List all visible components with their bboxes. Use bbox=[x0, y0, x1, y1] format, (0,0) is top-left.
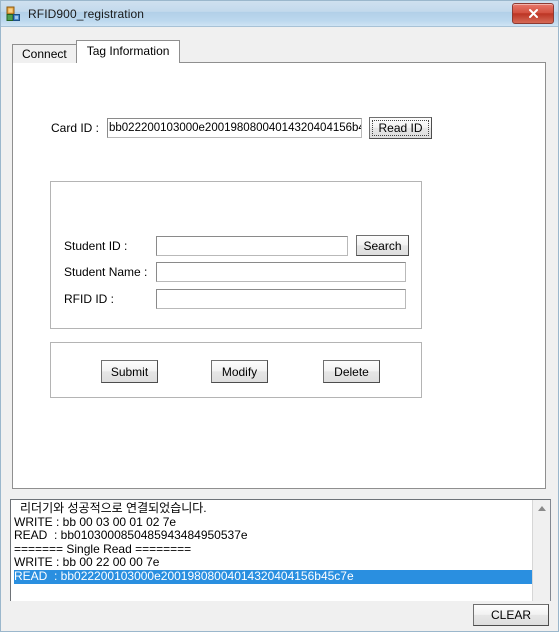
log-line[interactable]: 리더기와 성공적으로 연결되었습니다. bbox=[14, 501, 532, 516]
scrollbar-track[interactable] bbox=[533, 517, 550, 609]
title-bar: RFID900_registration bbox=[1, 1, 558, 27]
client-area: Connect Tag Information Card ID : Read I… bbox=[1, 27, 558, 631]
tab-connect[interactable]: Connect bbox=[12, 44, 77, 63]
bottom-bar: CLEAR bbox=[1, 601, 558, 631]
close-button[interactable] bbox=[512, 3, 554, 24]
card-id-input[interactable] bbox=[107, 118, 362, 138]
student-name-input[interactable] bbox=[156, 262, 406, 282]
action-group-box: Submit Modify Delete bbox=[50, 342, 422, 398]
card-id-row: Card ID : Read ID bbox=[39, 117, 432, 139]
app-rfid-icon bbox=[6, 6, 22, 22]
tab-tag-information[interactable]: Tag Information bbox=[75, 40, 181, 63]
read-id-button[interactable]: Read ID bbox=[369, 117, 432, 139]
rfid-id-input[interactable] bbox=[156, 289, 406, 309]
card-id-label: Card ID : bbox=[50, 121, 99, 135]
log-line[interactable]: READ : bb022200103000e200198080040143204… bbox=[14, 569, 532, 584]
scroll-up-icon[interactable] bbox=[533, 500, 550, 517]
modify-button[interactable]: Modify bbox=[211, 360, 268, 383]
student-name-row: Student Name : bbox=[64, 262, 406, 282]
search-button[interactable]: Search bbox=[356, 235, 409, 256]
log-line[interactable]: WRITE : bb 00 22 00 00 7e bbox=[14, 556, 532, 570]
student-name-label: Student Name : bbox=[64, 265, 148, 279]
log-line[interactable]: READ : bb0103000850485943484950537e bbox=[14, 529, 532, 543]
student-group-box: Student ID : Search Student Name : RFID … bbox=[50, 181, 422, 329]
student-id-label: Student ID : bbox=[64, 238, 128, 253]
log-line[interactable]: ======= Single Read ======== bbox=[14, 542, 532, 557]
rfid-id-label: RFID ID : bbox=[64, 292, 114, 306]
submit-button[interactable]: Submit bbox=[101, 360, 158, 383]
tab-strip: Connect Tag Information bbox=[12, 40, 546, 63]
delete-button[interactable]: Delete bbox=[323, 360, 380, 383]
application-window: RFID900_registration Connect Tag Informa… bbox=[0, 0, 559, 632]
clear-button[interactable]: CLEAR bbox=[473, 604, 549, 626]
rfid-id-row: RFID ID : bbox=[64, 289, 406, 309]
student-id-input[interactable] bbox=[156, 235, 348, 256]
window-title: RFID900_registration bbox=[28, 6, 145, 21]
log-line[interactable]: WRITE : bb 00 03 00 01 02 7e bbox=[14, 515, 532, 530]
student-id-row: Student ID : Search bbox=[64, 235, 409, 256]
